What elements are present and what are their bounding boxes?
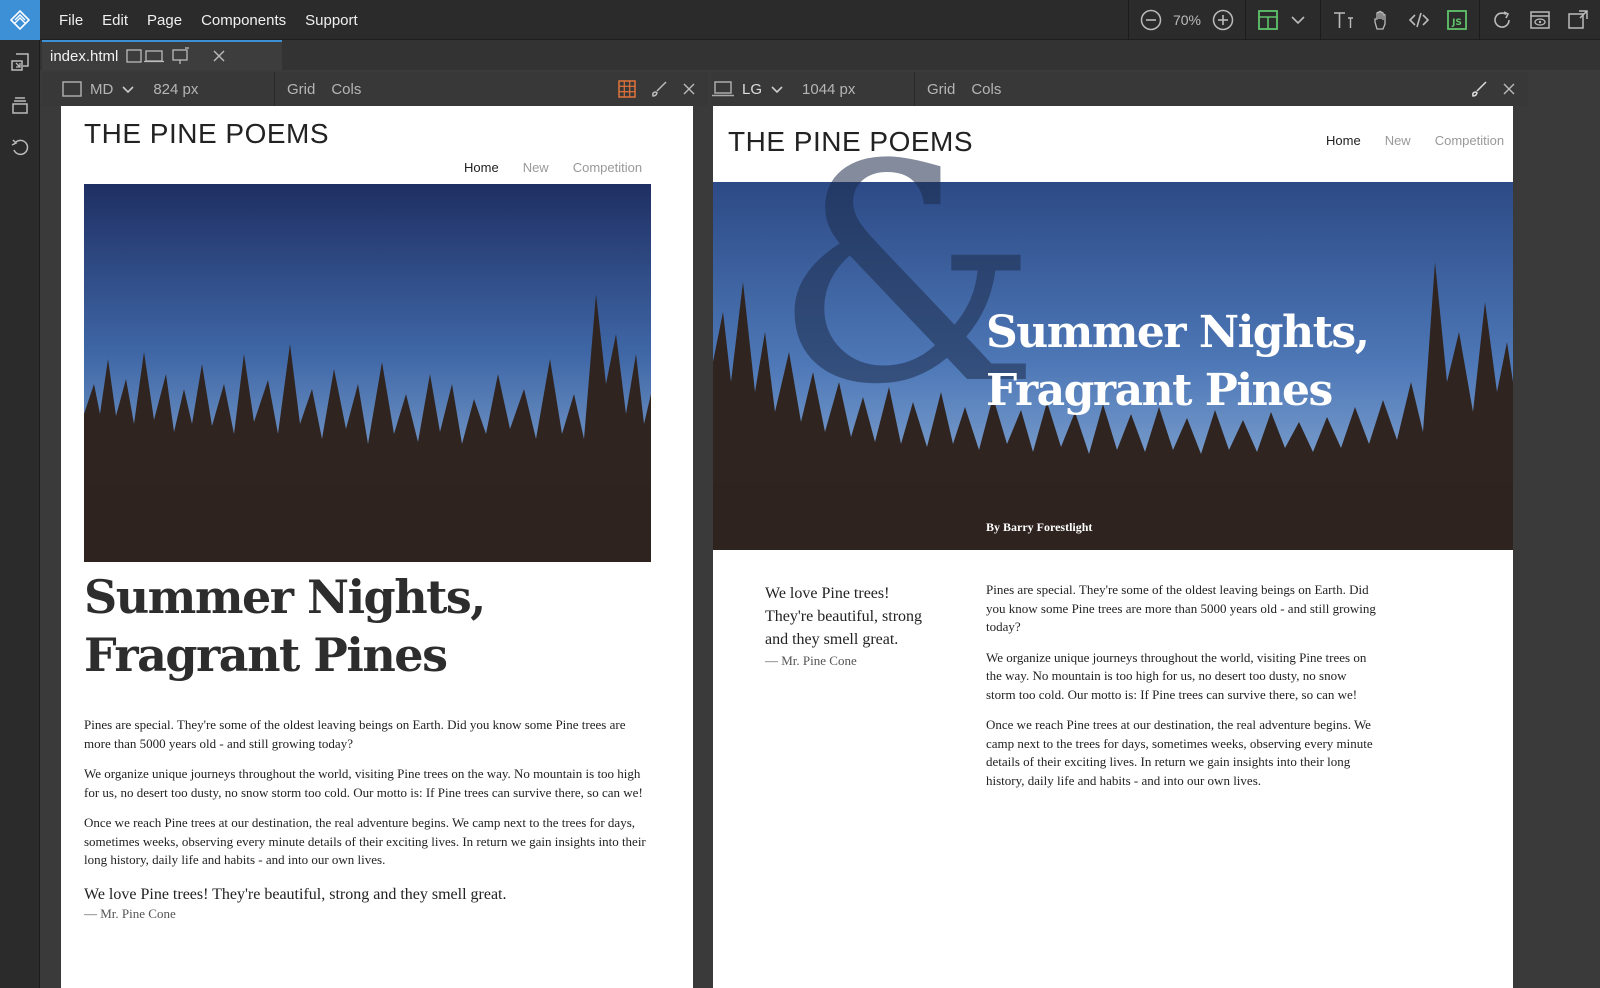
tab-bar: index.html [40, 40, 1600, 70]
zoom-level[interactable]: 70% [1173, 12, 1201, 28]
left-cols-toggle[interactable]: Cols [331, 81, 361, 98]
insert-icon[interactable] [9, 51, 31, 73]
close-pane-icon[interactable] [682, 82, 696, 96]
article-body: Pines are special. They're some of the o… [84, 716, 654, 922]
preview-icon[interactable] [1528, 8, 1552, 32]
left-grid-toggle[interactable]: Grid [287, 81, 315, 98]
pull-quote: We love Pine trees! They're beautiful, s… [84, 885, 507, 903]
right-grid-controls: Grid Cols [915, 72, 1013, 106]
byline: By Barry Forestlight [986, 520, 1093, 534]
hero-image [84, 184, 651, 562]
zoom-out-icon[interactable] [1139, 8, 1163, 32]
close-tab-icon[interactable] [212, 49, 226, 63]
paragraph-1: Pines are special. They're some of the o… [84, 717, 626, 751]
paragraph-2: We organize unique journeys throughout t… [986, 649, 1367, 702]
right-breakpoint-label: LG [742, 80, 763, 98]
nav-competition[interactable]: Competition [1435, 133, 1504, 148]
code-icon[interactable] [1407, 8, 1431, 32]
right-cols-toggle[interactable]: Cols [971, 81, 1001, 98]
headline-line-1: Summer Nights, [986, 307, 1370, 358]
headline-line-2: Fragrant Pines [986, 365, 1333, 416]
menubar: File Edit Page Components Support 70% JS [0, 0, 1600, 40]
main-menu: File Edit Page Components Support [59, 0, 358, 40]
pull-quote-block: We love Pine trees! They're beautiful, s… [765, 582, 925, 669]
hero-headline: Summer Nights, Fragrant Pines [84, 568, 486, 684]
app-logo[interactable] [0, 0, 40, 40]
nav-competition[interactable]: Competition [573, 160, 642, 175]
svg-text:JS: JS [1451, 18, 1462, 28]
close-pane-icon[interactable] [1502, 82, 1516, 96]
paragraph-1: Pines are special. They're some of the o… [986, 582, 1376, 634]
chevron-down-icon [771, 86, 783, 94]
logo-icon [9, 9, 31, 31]
left-breakpoint-selector[interactable]: MD 824 px [42, 72, 274, 106]
chevron-down-icon[interactable] [1286, 8, 1310, 32]
right-width-label: 1044 px [802, 80, 856, 98]
md-preview-page: THE PINE POEMS Home New Competition Summ… [61, 106, 693, 988]
site-title: THE PINE POEMS [84, 118, 330, 149]
edit-tools: JS [1320, 0, 1479, 40]
nav-new[interactable]: New [523, 160, 549, 175]
menu-edit[interactable]: Edit [102, 12, 128, 29]
pull-quote: We love Pine trees! They're beautiful, s… [765, 585, 923, 648]
hand-icon[interactable] [1369, 8, 1393, 32]
device-views-icon[interactable] [126, 49, 165, 63]
hero-headline: Summer Nights, Fragrant Pines [986, 304, 1370, 420]
tablet-icon [62, 81, 82, 97]
menu-components[interactable]: Components [201, 12, 286, 29]
undo-icon[interactable] [9, 137, 31, 159]
left-pane-header: MD 824 px Grid Cols [42, 72, 708, 106]
site-nav: Home New Competition [464, 160, 642, 175]
left-rail [0, 40, 40, 988]
toolbar: 70% JS [1127, 0, 1600, 40]
menu-support[interactable]: Support [305, 12, 358, 29]
grid-overlay-icon[interactable] [618, 80, 636, 98]
zoom-in-icon[interactable] [1211, 8, 1235, 32]
zoom-controls: 70% [1127, 0, 1245, 40]
export-icon[interactable] [1566, 8, 1590, 32]
chevron-down-icon [122, 86, 134, 94]
view-tools [1479, 0, 1600, 40]
text-icon[interactable] [1331, 8, 1355, 32]
laptop-icon [712, 81, 734, 97]
paragraph-2: We organize unique journeys throughout t… [84, 766, 643, 800]
layout-controls [1245, 0, 1320, 40]
brush-icon[interactable] [1470, 80, 1488, 98]
left-width-label: 824 px [153, 80, 199, 98]
layout-icon[interactable] [1256, 8, 1280, 32]
lg-preview-page: THE PINE POEMS Home New Competition & Su… [713, 106, 1513, 988]
left-pane-tools [606, 72, 708, 106]
add-view-icon[interactable] [172, 47, 190, 65]
site-nav: Home New Competition [1326, 133, 1504, 148]
paragraph-3: Once we reach Pine trees at our destinat… [986, 717, 1373, 788]
brush-icon[interactable] [650, 80, 668, 98]
headline-line-2: Fragrant Pines [84, 628, 448, 682]
nav-new[interactable]: New [1385, 133, 1411, 148]
library-icon[interactable] [9, 94, 31, 116]
headline-line-1: Summer Nights, [84, 570, 486, 624]
refresh-icon[interactable] [1490, 8, 1514, 32]
paragraph-3: Once we reach Pine trees at our destinat… [84, 815, 646, 867]
right-pane-header: LG 1044 px Grid Cols [712, 72, 1528, 106]
right-breakpoint-selector[interactable]: LG 1044 px [712, 72, 914, 106]
left-breakpoint-label: MD [90, 80, 114, 98]
tab-label: index.html [50, 47, 119, 65]
nav-home[interactable]: Home [1326, 133, 1361, 148]
pine-forest-image [84, 184, 651, 562]
article-body: Pines are special. They're some of the o… [986, 581, 1376, 802]
right-pane-tools [1458, 72, 1528, 106]
left-grid-controls: Grid Cols [275, 72, 373, 106]
tab-index-html[interactable]: index.html [42, 40, 282, 70]
menu-file[interactable]: File [59, 12, 83, 29]
menu-page[interactable]: Page [147, 12, 182, 29]
quote-author: — Mr. Pine Cone [84, 905, 176, 921]
js-icon[interactable]: JS [1445, 8, 1469, 32]
right-grid-toggle[interactable]: Grid [927, 81, 955, 98]
quote-author: — Mr. Pine Cone [765, 653, 857, 668]
nav-home[interactable]: Home [464, 160, 499, 175]
